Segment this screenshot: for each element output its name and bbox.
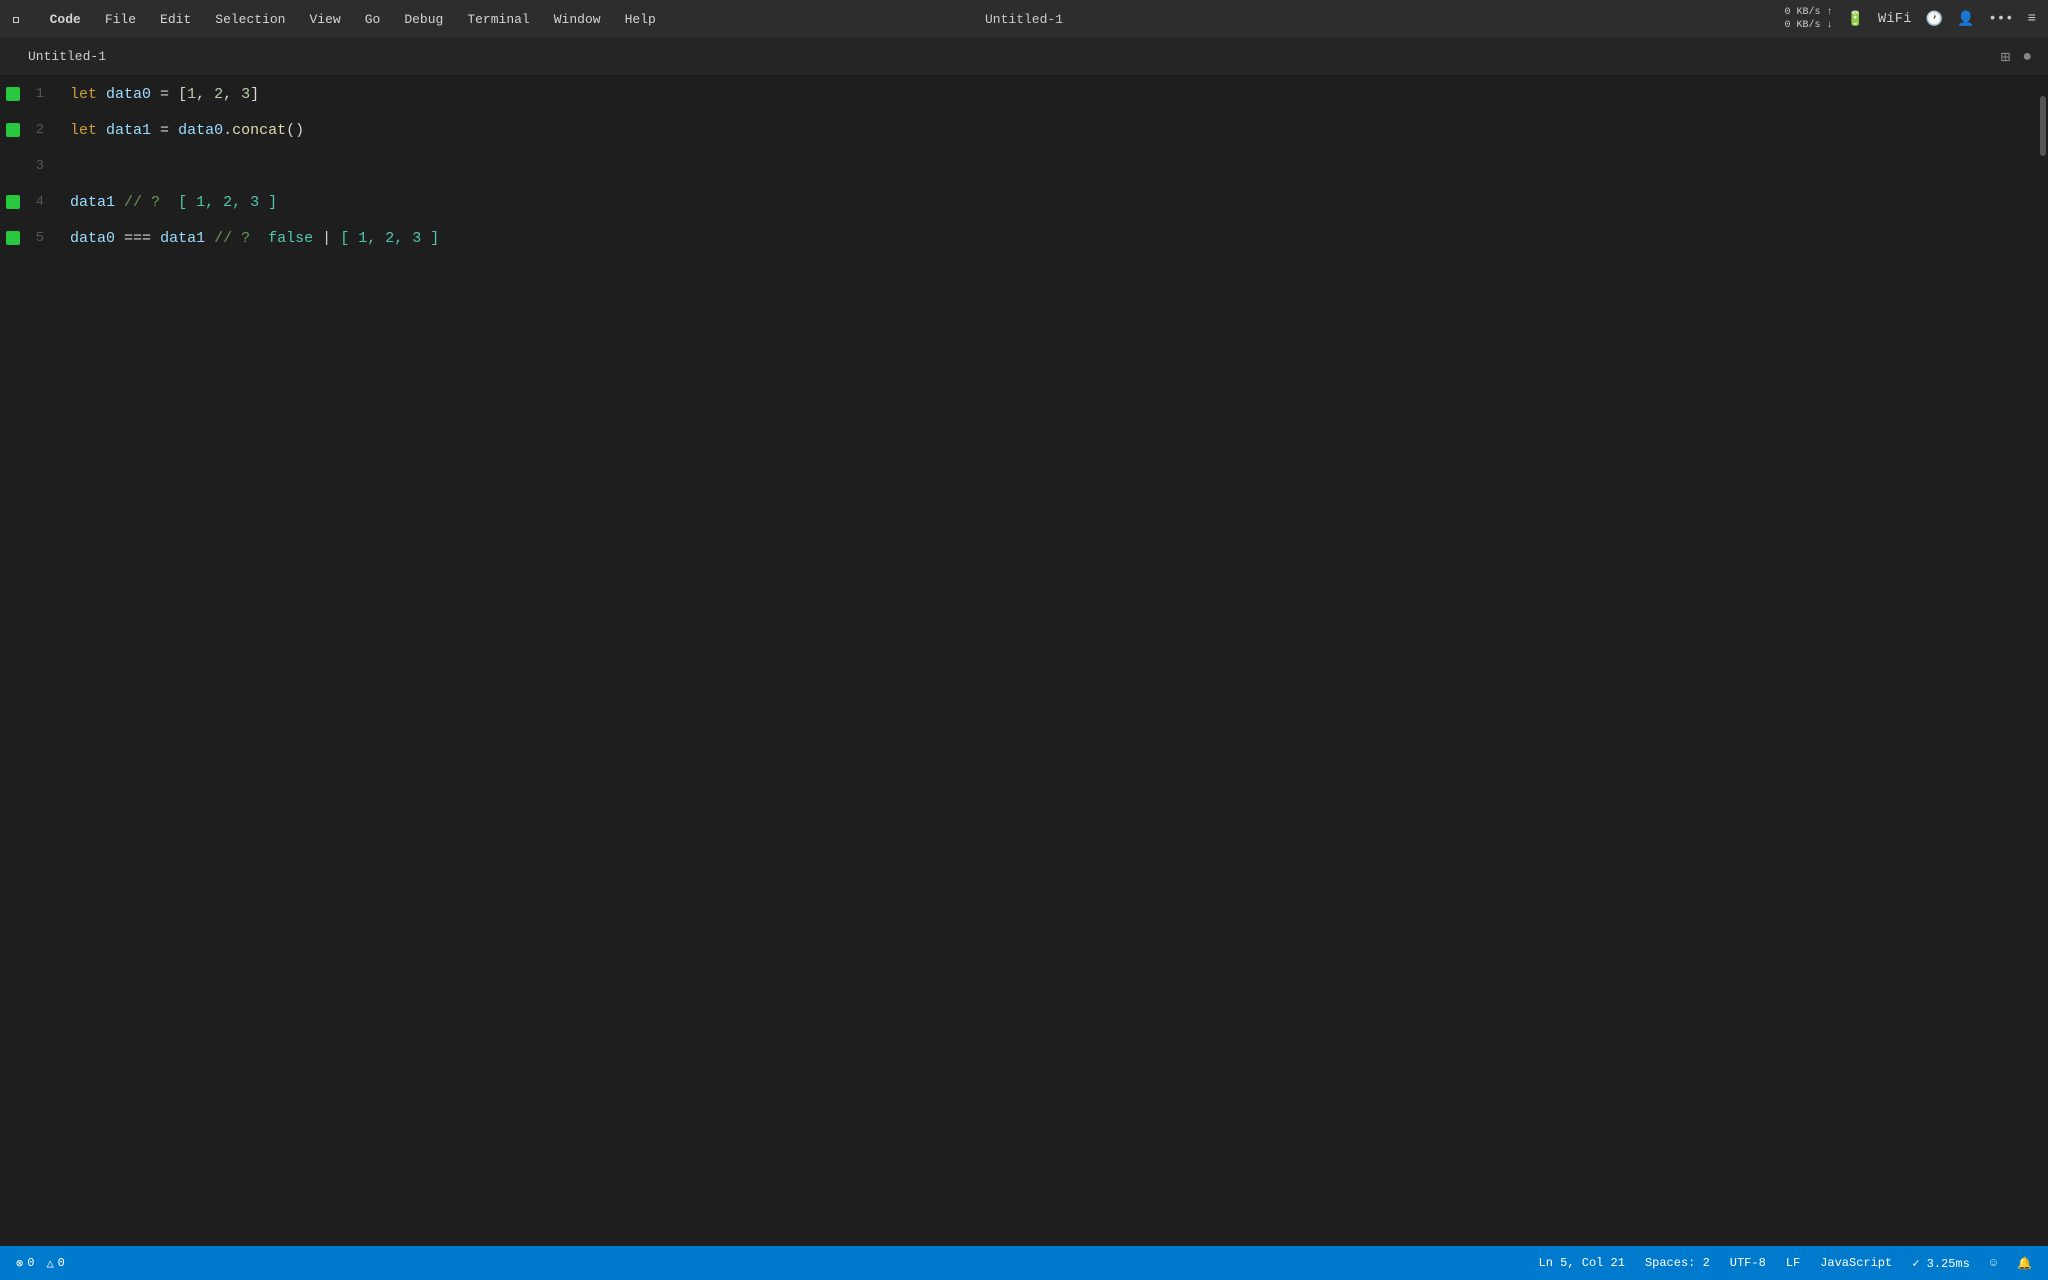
split-editor-icon[interactable]: ⊞ <box>2001 47 2011 67</box>
user-icon: 👤 <box>1957 11 1974 28</box>
var-data0-ref2: data0 <box>70 230 115 247</box>
tab-bar: Untitled-1 ⊞ ● <box>0 38 2048 76</box>
cursor-position[interactable]: Ln 5, Col 21 <box>1539 1256 1625 1270</box>
strict-eq-op: === <box>124 230 151 247</box>
code-area[interactable]: let data0 = [ 1 , 2 , 3 ] let data1 = da… <box>50 76 2036 1246</box>
breakpoint-indicator-4[interactable] <box>6 195 20 209</box>
method-concat: concat <box>232 122 286 139</box>
keyword-let-1: let <box>70 86 97 103</box>
line-number-3: 3 <box>26 158 44 174</box>
menu-debug[interactable]: Debug <box>392 8 455 31</box>
menubar-right: 0 KB/s ↑0 KB/s ↓ 🔋 WiFi 🕐 👤 ••• ≡ <box>1784 6 2036 32</box>
menu-file[interactable]: File <box>93 8 148 31</box>
scrollbar[interactable] <box>2036 76 2048 1246</box>
menubar:  Code File Edit Selection View Go Debug… <box>0 0 2048 38</box>
comment-q4: // ? <box>124 194 160 211</box>
bell-icon[interactable]: 🔔 <box>2017 1256 2032 1271</box>
var-data1-ref2: data1 <box>160 230 205 247</box>
warning-number: 0 <box>58 1256 65 1270</box>
result-false: false <box>268 230 313 247</box>
menu-window[interactable]: Window <box>542 8 613 31</box>
var-data1-ref: data1 <box>70 194 115 211</box>
code-line-4[interactable]: data1 // ? [ 1, 2, 3 ] <box>70 184 2036 220</box>
menu-terminal[interactable]: Terminal <box>455 8 541 31</box>
error-number: 0 <box>27 1256 34 1270</box>
line-number-4: 4 <box>26 194 44 210</box>
battery-icon: 🔋 <box>1846 11 1863 28</box>
more-actions-icon[interactable]: ● <box>2022 48 2032 66</box>
code-line-3[interactable] <box>70 148 2036 184</box>
editor-container: 1 2 3 4 5 let data0 = [ <box>0 76 2048 1246</box>
network-speed: 0 KB/s ↑0 KB/s ↓ <box>1784 6 1832 32</box>
breakpoint-indicator-5[interactable] <box>6 231 20 245</box>
editor-tab[interactable]: Untitled-1 <box>16 43 118 70</box>
smiley-icon[interactable]: ☺ <box>1990 1256 1997 1270</box>
line-number-5: 5 <box>26 230 44 246</box>
list-icon: ≡ <box>2028 11 2036 27</box>
comment-q5: // ? <box>214 230 250 247</box>
gutter-line-1: 1 <box>0 76 50 112</box>
gutter-line-5: 5 <box>0 220 50 256</box>
line-number-2: 2 <box>26 122 44 138</box>
warning-icon: △ <box>46 1256 53 1271</box>
var-data1: data1 <box>106 122 151 139</box>
breakpoint-indicator-1[interactable] <box>6 87 20 101</box>
line-number-1: 1 <box>26 86 44 102</box>
language-mode[interactable]: JavaScript <box>1820 1256 1892 1270</box>
file-encoding[interactable]: UTF-8 <box>1730 1256 1766 1270</box>
menu-view[interactable]: View <box>297 8 352 31</box>
clock-icon: 🕐 <box>1926 11 1943 28</box>
menu-items: Code File Edit Selection View Go Debug T… <box>38 8 1785 31</box>
menu-help[interactable]: Help <box>613 8 668 31</box>
wifi-icon: WiFi <box>1878 11 1912 27</box>
menu-go[interactable]: Go <box>353 8 393 31</box>
timing-info: ✓ 3.25ms <box>1912 1256 1970 1271</box>
window-title: Untitled-1 <box>985 12 1063 27</box>
breakpoint-indicator-2[interactable] <box>6 123 20 137</box>
line-gutter-area: 1 2 3 4 5 <box>0 76 50 1246</box>
error-icon: ⊗ <box>16 1256 23 1271</box>
scrollbar-thumb[interactable] <box>2040 96 2046 156</box>
tab-icons: ⊞ ● <box>2001 47 2032 67</box>
code-line-1[interactable]: let data0 = [ 1 , 2 , 3 ] <box>70 76 2036 112</box>
code-line-5[interactable]: data0 === data1 // ? false | [ 1, 2, 3 ] <box>70 220 2036 256</box>
gutter-line-3: 3 <box>0 148 50 184</box>
result-array5: [ 1, 2, 3 ] <box>340 230 439 247</box>
menu-code[interactable]: Code <box>38 8 93 31</box>
line-ending[interactable]: LF <box>1786 1256 1800 1270</box>
var-data0: data0 <box>106 86 151 103</box>
keyword-let-2: let <box>70 122 97 139</box>
statusbar-left: ⊗ 0 △ 0 <box>16 1256 65 1271</box>
result-line4: [ 1, 2, 3 ] <box>178 194 277 211</box>
error-count[interactable]: ⊗ 0 △ 0 <box>16 1256 65 1271</box>
gutter-line-2: 2 <box>0 112 50 148</box>
gutter-line-4: 4 <box>0 184 50 220</box>
statusbar-right: Ln 5, Col 21 Spaces: 2 UTF-8 LF JavaScri… <box>1539 1256 2032 1271</box>
var-data0-ref: data0 <box>178 122 223 139</box>
statusbar: ⊗ 0 △ 0 Ln 5, Col 21 Spaces: 2 UTF-8 LF … <box>0 1246 2048 1280</box>
apple-icon[interactable]:  <box>12 10 22 28</box>
menu-selection[interactable]: Selection <box>203 8 297 31</box>
indent-spaces[interactable]: Spaces: 2 <box>1645 1256 1710 1270</box>
menu-edit[interactable]: Edit <box>148 8 203 31</box>
code-line-2[interactable]: let data1 = data0 . concat () <box>70 112 2036 148</box>
more-icon: ••• <box>1988 11 2013 27</box>
